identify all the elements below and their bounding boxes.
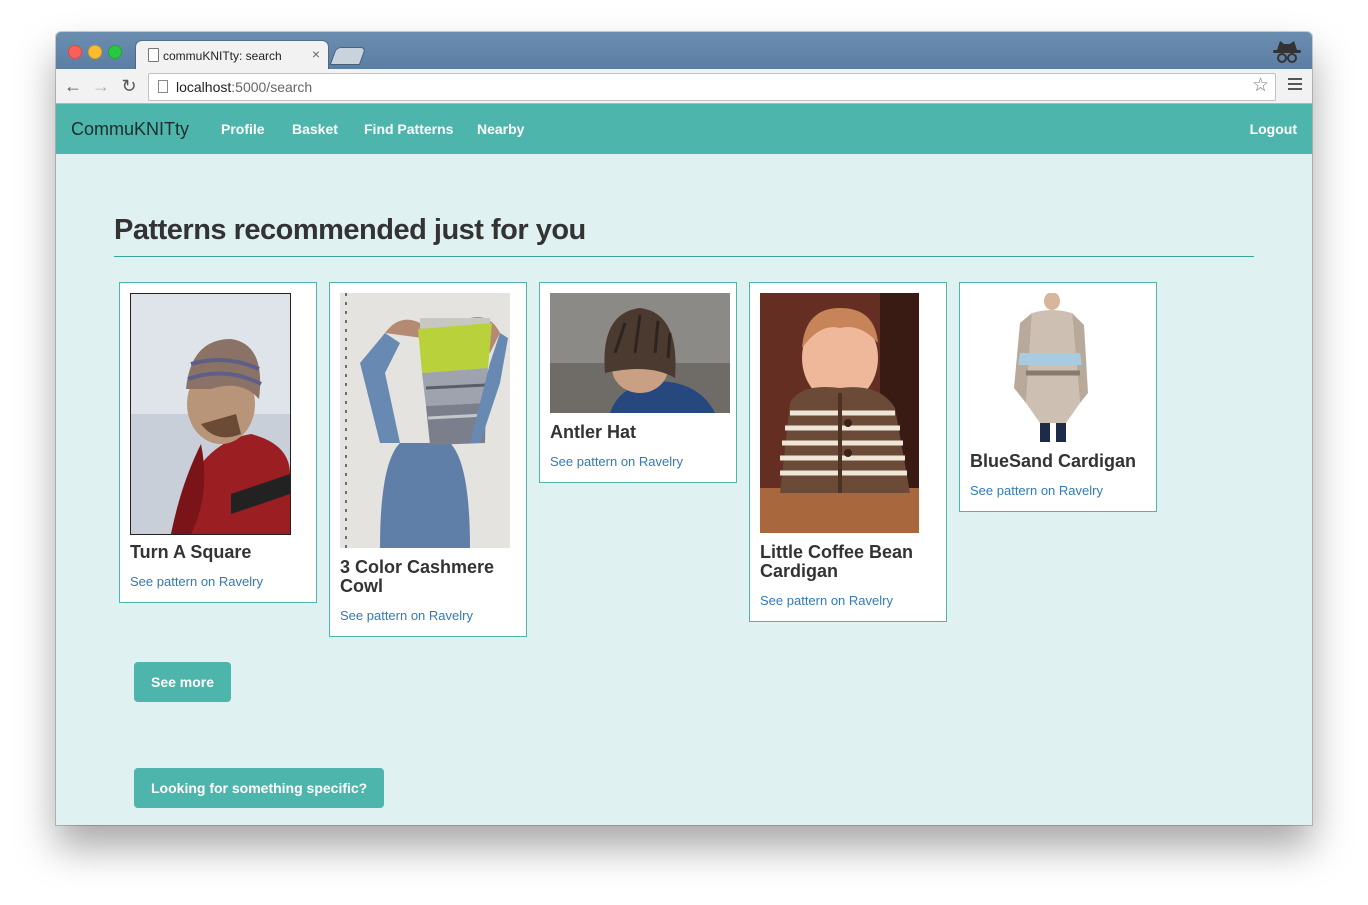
ravelry-link[interactable]: See pattern on Ravelry	[550, 454, 683, 469]
pattern-title: 3 Color Cashmere Cowl	[340, 557, 495, 596]
pattern-card: BlueSand Cardigan See pattern on Ravelry	[959, 282, 1157, 512]
forward-icon[interactable]: →	[89, 74, 113, 98]
pattern-image[interactable]	[970, 293, 1148, 442]
ravelry-link[interactable]: See pattern on Ravelry	[970, 483, 1103, 498]
search-specific-button[interactable]: Looking for something specific?	[134, 768, 385, 808]
incognito-icon	[1273, 41, 1301, 63]
pattern-card: Antler Hat See pattern on Ravelry	[539, 282, 737, 483]
address-bar[interactable]: localhost:5000/search ☆	[148, 73, 1276, 101]
tab-strip: commuKNITty: search ×	[56, 32, 1312, 69]
menu-icon[interactable]	[1288, 78, 1302, 92]
url-host: localhost	[176, 79, 232, 95]
divider	[114, 256, 1254, 257]
close-window-button[interactable]	[68, 45, 82, 59]
pattern-image[interactable]	[340, 293, 510, 548]
pattern-image[interactable]	[130, 293, 291, 535]
site-navbar: CommuKNITty Profile Basket Find Patterns…	[56, 104, 1312, 154]
pattern-card: Turn A Square See pattern on Ravelry	[119, 282, 317, 603]
browser-window: commuKNITty: search × ← → ↻ localhost:50…	[56, 32, 1312, 825]
new-tab-button[interactable]	[331, 48, 365, 64]
browser-toolbar: ← → ↻ localhost:5000/search ☆	[56, 69, 1312, 104]
pattern-card: Little Coffee Bean Cardigan See pattern …	[749, 282, 947, 622]
pattern-card: 3 Color Cashmere Cowl See pattern on Rav…	[329, 282, 527, 637]
pattern-title: BlueSand Cardigan	[970, 451, 1137, 471]
bookmark-star-icon[interactable]: ☆	[1252, 75, 1269, 97]
pattern-image[interactable]	[760, 293, 919, 533]
reload-icon[interactable]: ↻	[117, 74, 141, 98]
url-text: localhost:5000/search	[176, 79, 312, 95]
nav-profile[interactable]: Profile	[221, 121, 265, 137]
nav-logout[interactable]: Logout	[1250, 121, 1297, 137]
pattern-title: Little Coffee Bean Cardigan	[760, 542, 914, 581]
ravelry-link[interactable]: See pattern on Ravelry	[130, 574, 263, 589]
tab-title: commuKNITty: search	[163, 49, 282, 63]
ravelry-link[interactable]: See pattern on Ravelry	[760, 593, 893, 608]
ravelry-link[interactable]: See pattern on Ravelry	[340, 608, 473, 623]
page-title: Patterns recommended just for you	[114, 214, 586, 246]
nav-nearby[interactable]: Nearby	[477, 121, 524, 137]
pattern-title: Turn A Square	[130, 542, 252, 562]
see-more-button[interactable]: See more	[134, 662, 232, 702]
back-icon[interactable]: ←	[61, 74, 85, 98]
brand-logo[interactable]: CommuKNITty	[71, 119, 189, 140]
url-path: :5000/search	[231, 79, 313, 95]
minimize-window-button[interactable]	[88, 45, 102, 59]
nav-basket[interactable]: Basket	[292, 121, 338, 137]
page-icon	[148, 48, 159, 62]
page-icon	[158, 80, 168, 93]
pattern-image[interactable]	[550, 293, 730, 413]
nav-find-patterns[interactable]: Find Patterns	[364, 121, 453, 137]
pattern-title: Antler Hat	[550, 422, 637, 442]
tab-close-icon[interactable]: ×	[312, 46, 320, 62]
zoom-window-button[interactable]	[108, 45, 122, 59]
browser-tab[interactable]: commuKNITty: search ×	[136, 41, 328, 69]
